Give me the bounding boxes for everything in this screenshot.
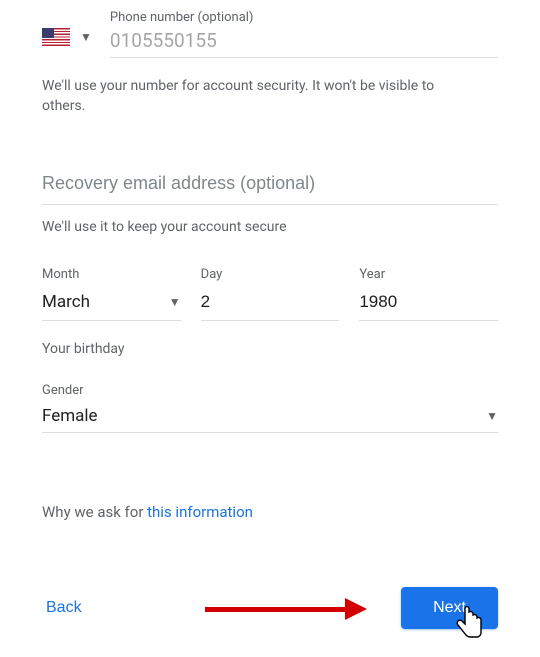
dob-row: Month March ▼ Day Year [42, 267, 498, 321]
phone-input[interactable]: Phone number (optional) 0105550155 [110, 10, 498, 58]
gender-label: Gender [42, 383, 498, 398]
year-field: Year [359, 267, 498, 321]
phone-row: ▼ Phone number (optional) 0105550155 [42, 10, 498, 58]
why-link[interactable]: this information [147, 503, 253, 521]
recovery-email-input[interactable] [42, 167, 498, 205]
button-row: Back Next [42, 587, 498, 629]
phone-helper: We'll use your number for account securi… [42, 76, 462, 117]
why-prefix: Why we ask for [42, 503, 147, 521]
month-value: March [42, 292, 90, 312]
day-input[interactable] [201, 292, 340, 312]
flag-us-icon [42, 28, 70, 46]
month-field: Month March ▼ [42, 267, 181, 321]
day-field: Day [201, 267, 340, 321]
why-we-ask: Why we ask for this information [42, 503, 498, 521]
gender-select[interactable]: Female ▼ [42, 406, 498, 433]
chevron-down-icon: ▼ [486, 409, 498, 423]
day-label: Day [201, 267, 340, 282]
recovery-helper: We'll use it to keep your account secure [42, 219, 498, 235]
phone-value-obscured: 0105550155 [110, 27, 498, 53]
gender-value: Female [42, 406, 98, 426]
month-select[interactable]: March ▼ [42, 292, 181, 321]
month-label: Month [42, 267, 181, 282]
year-label: Year [359, 267, 498, 282]
gender-block: Gender Female ▼ [42, 383, 498, 433]
back-button[interactable]: Back [42, 591, 86, 625]
chevron-down-icon: ▼ [169, 295, 181, 309]
birthday-caption: Your birthday [42, 341, 498, 357]
phone-label: Phone number (optional) [110, 10, 498, 25]
next-button[interactable]: Next [401, 587, 498, 629]
year-input[interactable] [359, 292, 498, 312]
recovery-block: We'll use it to keep your account secure [42, 167, 498, 235]
chevron-down-icon: ▼ [80, 30, 92, 44]
country-picker[interactable]: ▼ [42, 28, 92, 58]
